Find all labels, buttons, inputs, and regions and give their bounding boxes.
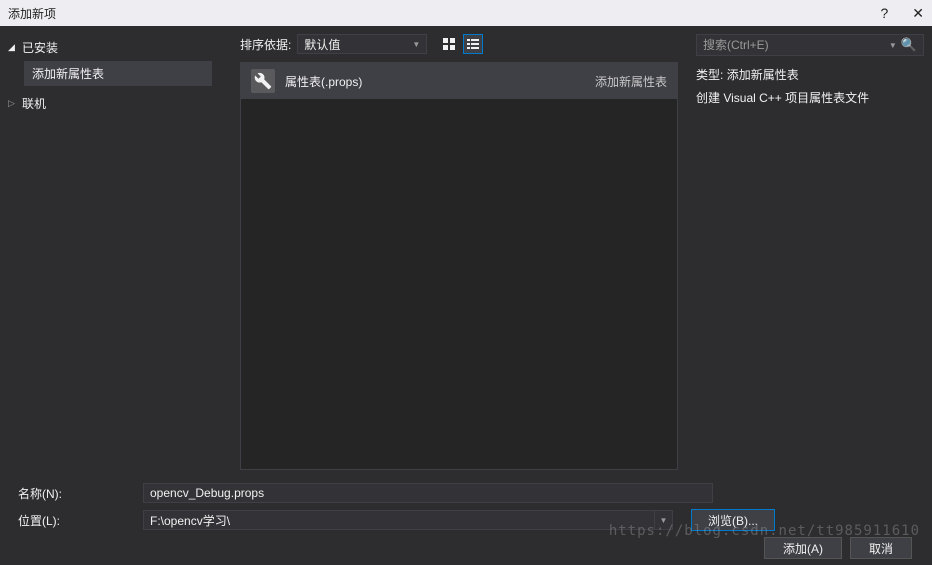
search-box[interactable]: ▼ 🔍 [696, 34, 924, 56]
browse-button[interactable]: 浏览(B)... [691, 509, 775, 531]
search-icon[interactable]: 🔍 [901, 37, 917, 53]
close-icon[interactable]: ✕ [912, 5, 924, 22]
action-row: 添加(A) 取消 [18, 537, 914, 559]
template-type: 添加新属性表 [595, 73, 667, 90]
sidebar: 已安装 添加新属性表 联机 [0, 26, 230, 478]
cancel-button[interactable]: 取消 [850, 537, 912, 559]
window-title: 添加新项 [8, 5, 56, 22]
sort-label: 排序依据: [240, 36, 291, 53]
template-name: 属性表(.props) [285, 73, 585, 90]
sort-dropdown[interactable]: 默认值 ▼ [297, 34, 427, 54]
tree-label: 已安装 [22, 39, 58, 56]
tree-online[interactable]: 联机 [0, 92, 230, 115]
name-label: 名称(N): [18, 485, 143, 502]
name-field[interactable] [143, 483, 713, 503]
info-type-value: 添加新属性表 [727, 68, 799, 82]
center-panel: 排序依据: 默认值 ▼ 属性表(.props) 添加新属性表 [230, 26, 688, 478]
location-field[interactable] [143, 510, 655, 530]
view-grid-icon[interactable] [439, 34, 459, 54]
help-icon[interactable]: ? [880, 5, 888, 21]
bottom-form: 名称(N): 位置(L): ▼ 浏览(B)... 添加(A) 取消 [0, 475, 932, 565]
name-row: 名称(N): [18, 483, 914, 503]
location-label: 位置(L): [18, 512, 143, 529]
info-type-label: 类型: [696, 68, 723, 82]
info-desc: 创建 Visual C++ 项目属性表文件 [696, 89, 924, 106]
tree-label: 添加新属性表 [32, 65, 104, 82]
sort-toolbar: 排序依据: 默认值 ▼ [240, 34, 678, 54]
search-input[interactable] [703, 38, 889, 52]
view-list-icon[interactable] [463, 34, 483, 54]
template-list: 属性表(.props) 添加新属性表 [240, 62, 678, 470]
chevron-down-icon: ▼ [412, 40, 420, 49]
chevron-right-icon [8, 98, 18, 109]
right-panel: ▼ 🔍 类型: 添加新属性表 创建 Visual C++ 项目属性表文件 [688, 26, 932, 478]
sort-value: 默认值 [304, 36, 340, 53]
location-row: 位置(L): ▼ 浏览(B)... [18, 509, 914, 531]
location-dropdown[interactable]: ▼ [655, 510, 673, 530]
chevron-down-icon: ▼ [889, 41, 897, 50]
titlebar: 添加新项 ? ✕ [0, 0, 932, 26]
tree-propsheet[interactable]: 添加新属性表 [24, 61, 212, 86]
tree-installed[interactable]: 已安装 [0, 36, 230, 59]
main-area: 已安装 添加新属性表 联机 排序依据: 默认值 ▼ [0, 26, 932, 478]
template-item[interactable]: 属性表(.props) 添加新属性表 [241, 63, 677, 99]
chevron-down-icon [8, 42, 18, 53]
tree-label: 联机 [22, 95, 46, 112]
add-button[interactable]: 添加(A) [764, 537, 842, 559]
info-type: 类型: 添加新属性表 [696, 66, 924, 83]
wrench-icon [251, 69, 275, 93]
